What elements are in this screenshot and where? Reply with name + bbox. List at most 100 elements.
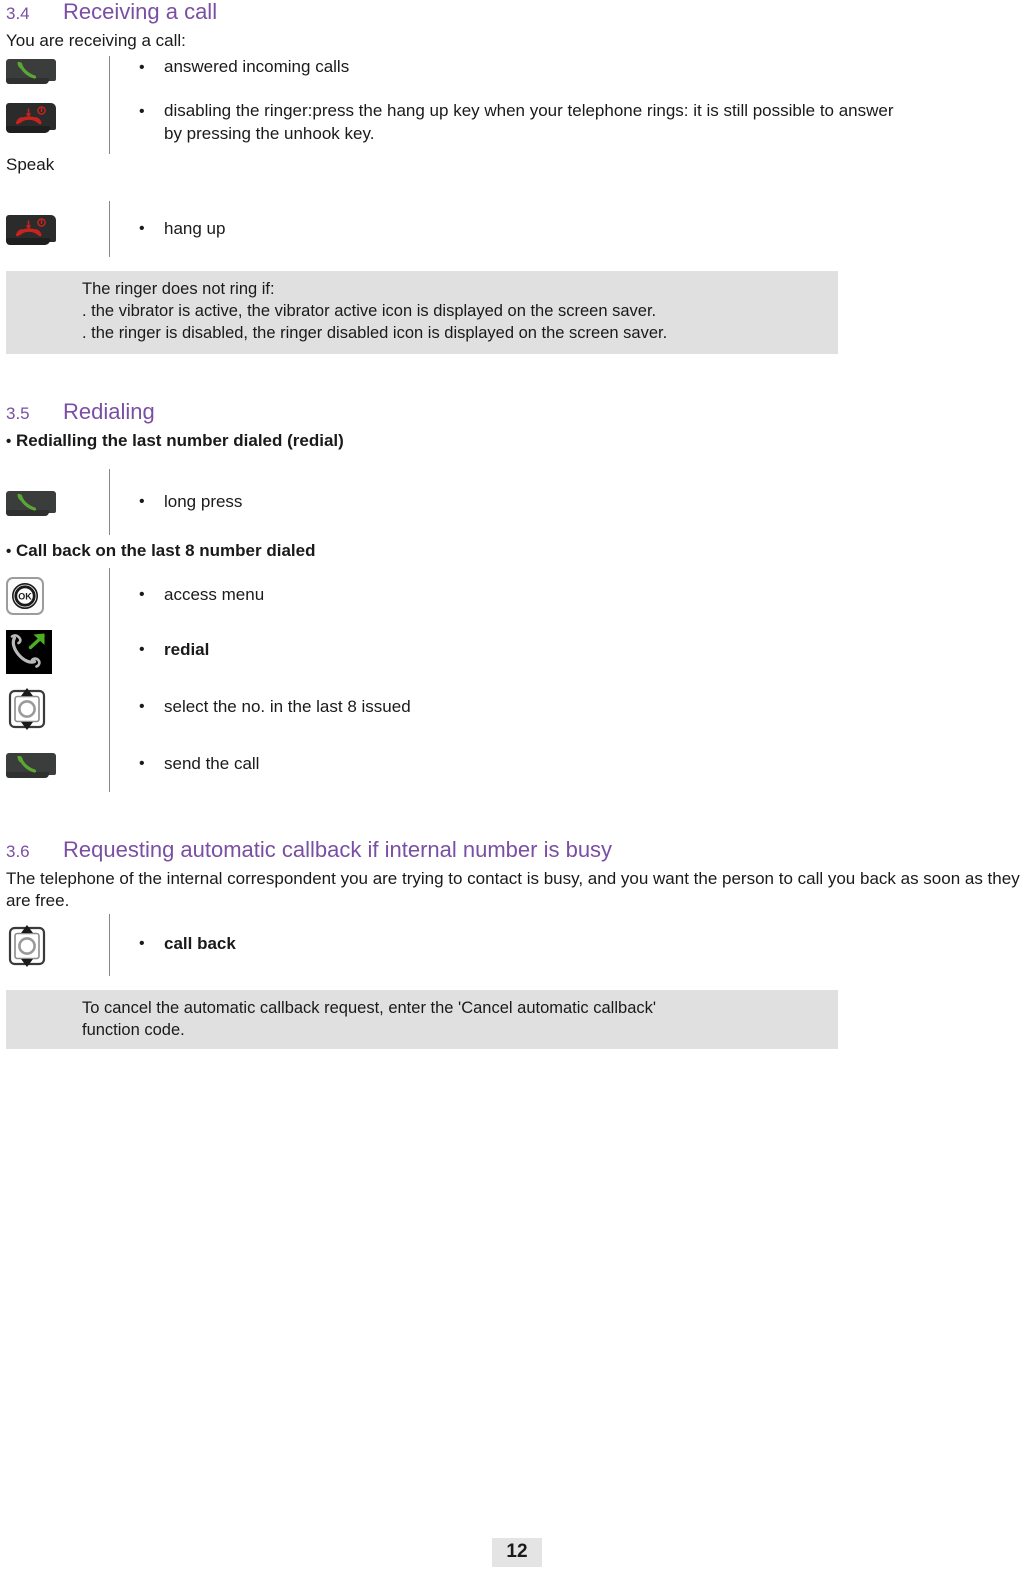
offhook-key-icon[interactable]	[6, 752, 56, 779]
key-action-row: • hang up	[6, 201, 1028, 257]
section-heading-3-4: 3.4 Receiving a call	[6, 0, 1028, 24]
bullet-marker: •	[139, 102, 145, 120]
key-icon-cell	[6, 56, 109, 85]
key-icon-cell: OK	[6, 574, 109, 617]
navigator-glyph	[8, 687, 46, 730]
key-icon-cell	[6, 921, 109, 968]
note-line: To cancel the automatic callback request…	[82, 998, 657, 1017]
action-cell: • access menu	[109, 583, 1028, 608]
red-handset-down-glyph	[16, 217, 46, 236]
green-handset-glyph	[17, 493, 37, 511]
speak-label: Speak	[6, 154, 55, 174]
action-cell: • long press	[109, 490, 1028, 515]
navigator-up-down-icon[interactable]	[6, 924, 48, 968]
section-number: 3.5	[6, 404, 30, 424]
key-icon-cell	[6, 750, 109, 779]
key-icon-cell	[6, 100, 109, 135]
note-line: . the vibrator is active, the vibrator a…	[82, 301, 657, 320]
key-action-group: • hang up	[6, 201, 1028, 258]
subheading-text: Call back on the last 8 number dialed	[16, 541, 316, 561]
ok-ring-glyph: OK	[12, 582, 38, 609]
hangup-key-icon[interactable]	[6, 214, 56, 247]
section-3-6-intro: The telephone of the internal correspond…	[6, 869, 1020, 911]
green-handset-glyph	[17, 755, 37, 773]
key-action-row: • long press	[6, 469, 1028, 535]
hangup-key-icon[interactable]	[6, 102, 56, 135]
section-heading-3-5: 3.5 Redialing	[6, 400, 1028, 424]
section-title: Requesting automatic callback if interna…	[63, 837, 613, 863]
action-text: disabling the ringer:press the hang up k…	[164, 100, 894, 143]
handset-with-up-arrow-glyph	[10, 633, 45, 668]
offhook-key-icon[interactable]	[6, 490, 56, 517]
offhook-key-icon[interactable]	[6, 58, 56, 85]
key-icon-cell	[6, 627, 109, 674]
svg-text:OK: OK	[18, 591, 32, 601]
document-page: 3.4 Receiving a call You are receiving a…	[0, 0, 1034, 1578]
action-text: select the no. in the last 8 issued	[164, 696, 411, 716]
key-action-row: OK • access menu	[6, 568, 1028, 622]
bullet-marker: •	[139, 697, 145, 715]
section-number: 3.6	[6, 842, 30, 862]
bullet-marker: •	[139, 58, 145, 76]
navigator-glyph	[8, 925, 46, 968]
section-heading-3-6: 3.6 Requesting automatic callback if int…	[6, 837, 1028, 863]
action-cell: • select the no. in the last 8 issued	[109, 695, 1028, 720]
key-action-row: • answered incoming calls	[6, 56, 1028, 100]
subheading-callback-last-8: • Call back on the last 8 number dialed	[6, 540, 1028, 562]
note-line: . the ringer is disabled, the ringer dis…	[82, 323, 668, 342]
key-action-row: • redial	[6, 622, 1028, 678]
navigator-up-down-icon[interactable]	[6, 687, 48, 731]
key-action-row: • send the call	[6, 736, 1028, 792]
bullet-marker: •	[139, 585, 145, 603]
outgoing-call-icon[interactable]	[6, 629, 52, 674]
action-text: access menu	[164, 584, 265, 604]
bullet-marker: •	[139, 219, 145, 237]
bullet-marker: •	[139, 935, 145, 953]
subheading-redial: • Redialling the last number dialed (red…	[6, 430, 1028, 452]
key-action-group: • call back	[6, 913, 1028, 976]
key-icon-cell	[6, 684, 109, 731]
action-text: answered incoming calls	[164, 56, 350, 76]
section-title: Redialing	[63, 399, 155, 425]
key-action-row: • disabling the ringer:press the hang up…	[6, 100, 1028, 154]
section-3-4-intro: You are receiving a call:	[6, 31, 186, 51]
note-line: function code.	[82, 1020, 185, 1039]
action-text: call back	[164, 934, 236, 954]
key-action-group: • answered incoming calls • disabling th…	[6, 55, 1028, 154]
action-text: hang up	[164, 218, 226, 238]
bullet-marker: •	[139, 754, 145, 772]
action-cell: • call back	[109, 932, 1028, 957]
action-cell: • redial	[109, 638, 1028, 663]
note-box: The ringer does not ring if: . the vibra…	[6, 271, 838, 355]
key-action-group: OK • access menu • redial • select the n…	[6, 568, 1028, 793]
note-line: The ringer does not ring if:	[82, 280, 275, 299]
section-number: 3.4	[6, 4, 30, 23]
page-footer: 12	[0, 1538, 1034, 1567]
subheading-text: Redialling the last number dialed (redia…	[16, 430, 344, 450]
key-action-row: • select the no. in the last 8 issued	[6, 678, 1028, 736]
action-cell: • hang up	[109, 217, 1028, 242]
bullet-marker: •	[6, 432, 12, 450]
bullet-marker: •	[6, 543, 12, 561]
action-cell: • send the call	[109, 752, 1028, 777]
key-action-row: • call back	[6, 914, 1028, 976]
key-icon-cell	[6, 212, 109, 247]
key-icon-cell	[6, 488, 109, 517]
section-title: Receiving a call	[63, 0, 218, 24]
action-text: long press	[164, 491, 243, 511]
bullet-marker: •	[139, 640, 145, 658]
bullet-marker: •	[139, 493, 145, 511]
green-handset-glyph	[17, 61, 37, 79]
page-number: 12	[492, 1538, 542, 1567]
red-handset-down-glyph	[16, 106, 46, 125]
action-cell: • disabling the ringer:press the hang up…	[109, 100, 1028, 146]
key-action-group: • long press	[6, 469, 1028, 536]
note-box: To cancel the automatic callback request…	[6, 989, 838, 1050]
action-text: redial	[164, 639, 210, 659]
ok-key-icon[interactable]: OK	[6, 576, 46, 617]
action-text: send the call	[164, 753, 260, 773]
